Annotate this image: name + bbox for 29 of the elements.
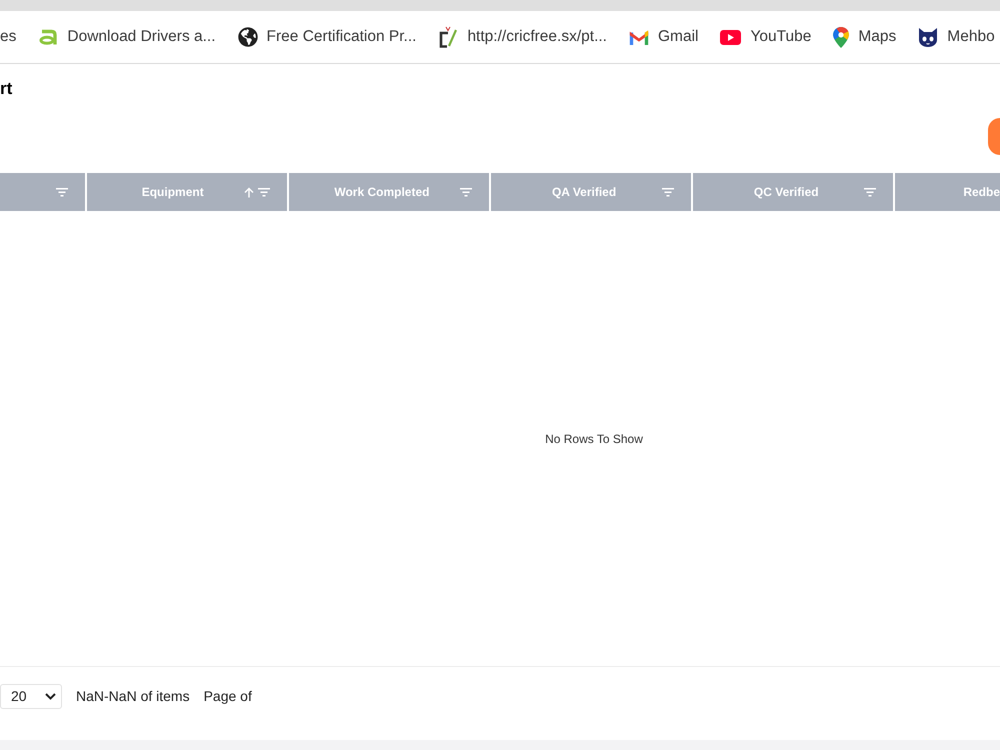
- bookmark-item[interactable]: http://cricfree.sx/pt...: [438, 23, 607, 51]
- bookmark-item[interactable]: Mehbo: [918, 23, 995, 51]
- bookmark-item[interactable]: Maps: [833, 23, 896, 51]
- floating-action-button[interactable]: [988, 118, 1000, 155]
- filter-icon[interactable]: [258, 188, 270, 196]
- bookmark-item[interactable]: Gmail: [628, 23, 698, 51]
- filter-icon[interactable]: [662, 188, 674, 196]
- bookmark-item[interactable]: es: [0, 23, 16, 51]
- page-indicator-text: Page of: [204, 687, 252, 706]
- globe-icon: [238, 27, 258, 47]
- page-size-select[interactable]: 20: [0, 684, 62, 709]
- empty-table-message: No Rows To Show: [545, 430, 643, 448]
- tv-check-icon: [438, 26, 458, 48]
- page-title: rt: [0, 79, 12, 99]
- sort-up-arrow-icon[interactable]: [244, 186, 254, 198]
- cat-face-icon: [918, 27, 938, 47]
- letter-a-logo-icon: [38, 29, 58, 45]
- bookmark-item[interactable]: YouTube: [720, 23, 812, 51]
- item-range-text: NaN-NaN of items: [76, 687, 190, 706]
- video-play-icon: [720, 30, 742, 44]
- bookmark-item[interactable]: Free Certification Pr...: [238, 23, 416, 51]
- filter-icon[interactable]: [460, 188, 472, 196]
- mail-logo-icon: [628, 30, 649, 44]
- map-pin-icon: [833, 26, 850, 48]
- bookmark-item[interactable]: Download Drivers a...: [38, 23, 216, 51]
- column-header[interactable]: [0, 173, 87, 211]
- chevron-down-icon: [45, 693, 56, 700]
- filter-icon[interactable]: [864, 188, 876, 196]
- filter-icon[interactable]: [56, 188, 68, 196]
